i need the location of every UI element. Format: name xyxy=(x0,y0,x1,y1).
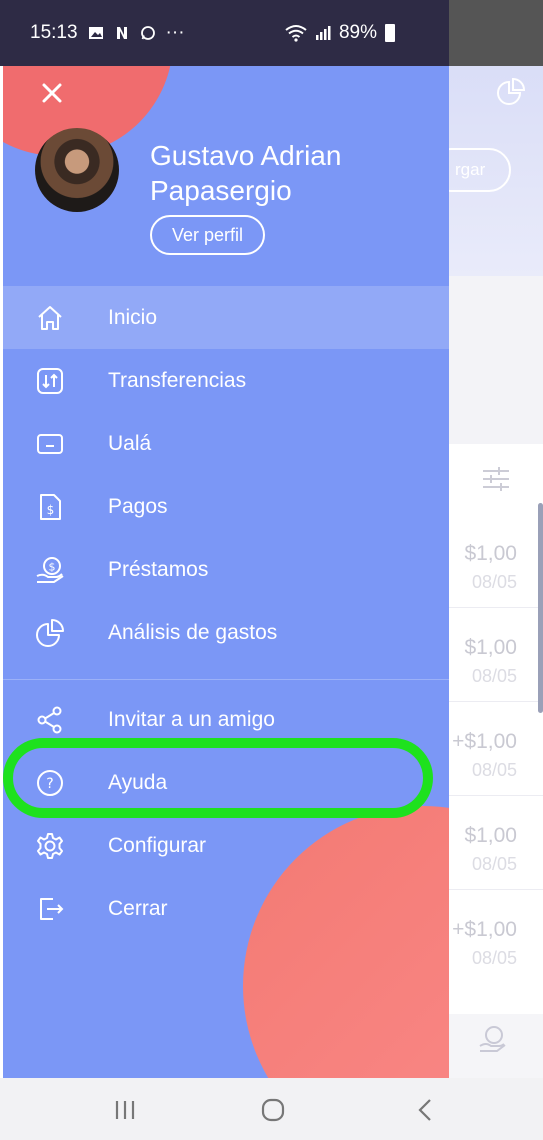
clock: 15:13 xyxy=(30,22,78,43)
transaction-date: 08/05 xyxy=(471,854,517,874)
card-icon xyxy=(35,429,65,459)
home-icon xyxy=(35,303,65,333)
bill-icon: $ xyxy=(35,492,65,522)
transaction-amount: +$1,00 xyxy=(452,918,517,941)
svg-text:$: $ xyxy=(47,503,55,517)
profile-name: Gustavo Adrian Papasergio xyxy=(150,140,342,206)
pie-chart-icon xyxy=(35,618,65,648)
transfer-icon xyxy=(35,366,65,396)
settings-icon xyxy=(35,831,65,861)
transaction-row: $1,00 08/05 xyxy=(449,514,543,608)
loan-icon xyxy=(479,1026,506,1052)
background-header-button: rgar xyxy=(449,148,511,192)
status-bar-cutout xyxy=(449,0,543,66)
transaction-amount: $1,00 xyxy=(464,636,517,659)
transaction-date: 08/05 xyxy=(471,572,517,592)
transaction-row: $1,00 08/05 xyxy=(449,796,543,890)
status-bar: 15:13 ··· 89% xyxy=(0,0,543,66)
menu-item-transferencias[interactable]: Transferencias xyxy=(3,349,449,412)
menu-item-inicio[interactable]: Inicio xyxy=(3,286,449,349)
menu-divider xyxy=(3,679,449,680)
signal-icon xyxy=(315,26,331,40)
highlight-annotation xyxy=(3,738,433,818)
svg-text:$: $ xyxy=(49,560,56,573)
loan-icon: $ xyxy=(35,555,65,585)
menu-item-analisis-de-gastos[interactable]: Análisis de gastos xyxy=(3,601,449,664)
scrollbar xyxy=(538,503,543,713)
more-icon: ··· xyxy=(165,22,185,43)
drawer-menu: Inicio Transferencias Ualá $ Pagos $ Pré… xyxy=(3,286,449,940)
n-icon xyxy=(116,27,127,39)
share-icon xyxy=(35,705,65,735)
menu-item-configurar[interactable]: Configurar xyxy=(3,814,449,877)
transaction-date: 08/05 xyxy=(471,948,517,968)
background-app: rgar $1,00 08/05 $1,00 08/05 +$1,00 08/0… xyxy=(449,56,543,1078)
pie-chart-icon xyxy=(497,77,526,105)
transaction-date: 08/05 xyxy=(471,666,517,686)
menu-item-label: Invitar a un amigo xyxy=(108,707,275,731)
menu-item-label: Análisis de gastos xyxy=(108,620,278,644)
transaction-amount: $1,00 xyxy=(464,824,517,847)
navigation-drawer: Gustavo Adrian Papasergio Ver perfil Ini… xyxy=(3,56,449,1078)
battery-percent: 89% xyxy=(338,22,377,43)
menu-item-label: Configurar xyxy=(108,833,207,857)
transaction-row: +$1,00 08/05 xyxy=(449,702,543,796)
whatsapp-icon xyxy=(140,26,155,40)
menu-item-label: Transferencias xyxy=(108,368,247,392)
battery-icon xyxy=(385,24,395,42)
menu-item-label: Préstamos xyxy=(108,557,209,581)
transaction-amount: +$1,00 xyxy=(452,730,517,753)
home-button-icon[interactable] xyxy=(258,1096,288,1124)
recent-apps-icon[interactable] xyxy=(110,1096,140,1124)
filter-icon xyxy=(483,467,509,491)
image-icon xyxy=(88,27,103,39)
menu-item-label: Pagos xyxy=(108,494,168,518)
transaction-row: +$1,00 08/05 xyxy=(449,890,543,984)
back-icon[interactable] xyxy=(411,1096,441,1124)
close-icon xyxy=(42,83,62,103)
menu-item-cerrar[interactable]: Cerrar xyxy=(3,877,449,940)
menu-item-label: Cerrar xyxy=(108,896,168,920)
menu-item-label: Ualá xyxy=(108,431,152,455)
close-button[interactable] xyxy=(37,78,67,108)
transaction-row: $1,00 08/05 xyxy=(449,608,543,702)
avatar[interactable] xyxy=(35,128,119,212)
view-profile-button[interactable]: Ver perfil xyxy=(150,215,265,255)
menu-item-uala[interactable]: Ualá xyxy=(3,412,449,475)
system-navigation-bar xyxy=(0,1078,543,1140)
logout-icon xyxy=(35,894,65,924)
transaction-amount: $1,00 xyxy=(464,542,517,565)
transaction-date: 08/05 xyxy=(471,760,517,780)
wifi-icon xyxy=(285,25,307,42)
menu-item-pagos[interactable]: $ Pagos xyxy=(3,475,449,538)
menu-item-prestamos[interactable]: $ Préstamos xyxy=(3,538,449,601)
menu-item-label: Inicio xyxy=(108,305,158,329)
